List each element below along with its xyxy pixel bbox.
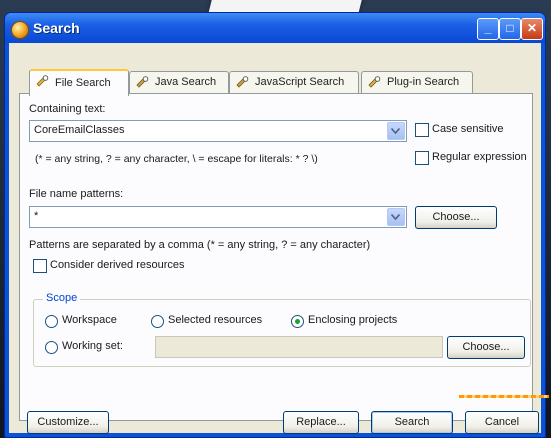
eclipse-icon xyxy=(11,21,29,39)
containing-text-combo[interactable]: CoreEmailClasses xyxy=(29,120,407,142)
consider-derived-checkbox[interactable] xyxy=(33,259,47,273)
plugin-search-icon xyxy=(368,76,381,88)
chevron-down-icon[interactable] xyxy=(387,122,405,140)
working-set-label: Working set: xyxy=(62,340,123,352)
replace-button[interactable]: Replace... xyxy=(283,411,359,434)
file-name-patterns-combo[interactable]: * xyxy=(29,206,407,228)
file-name-patterns-label: File name patterns: xyxy=(29,188,124,200)
workspace-radio[interactable] xyxy=(45,315,58,328)
minimize-button[interactable]: _ xyxy=(477,18,499,40)
maximize-button[interactable]: □ xyxy=(499,18,521,40)
selected-resources-label: Selected resources xyxy=(168,314,263,326)
regular-expression-checkbox[interactable] xyxy=(415,151,429,165)
cancel-button[interactable]: Cancel xyxy=(465,411,539,434)
javascript-search-icon xyxy=(236,76,249,88)
regular-expression-label: Regular expression xyxy=(432,151,527,163)
tab-javascript-search[interactable]: JavaScript Search xyxy=(229,71,359,93)
dialog-client-area: File Search Java Search JavaScript Searc… xyxy=(9,43,549,434)
search-dialog: Search _ □ ✕ File Search Java Search Jav… xyxy=(4,12,549,438)
case-sensitive-checkbox[interactable] xyxy=(415,123,429,137)
tab-java-search[interactable]: Java Search xyxy=(129,71,229,93)
java-search-icon xyxy=(136,76,149,88)
chevron-down-icon[interactable] xyxy=(387,208,405,226)
workspace-label: Workspace xyxy=(62,314,117,326)
scope-title: Scope xyxy=(43,292,81,304)
selected-resources-radio[interactable] xyxy=(151,315,164,328)
escape-hint: (* = any string, ? = any character, \ = … xyxy=(35,153,318,165)
containing-text-label: Containing text: xyxy=(29,103,106,115)
working-set-radio[interactable] xyxy=(45,341,58,354)
tab-label: Plug-in Search xyxy=(387,76,460,88)
file-search-icon xyxy=(36,75,49,87)
highlight-line xyxy=(459,395,549,398)
enclosing-projects-radio[interactable] xyxy=(291,315,304,328)
tab-file-search[interactable]: File Search xyxy=(29,69,129,96)
containing-text-value: CoreEmailClasses xyxy=(34,124,125,136)
title-bar[interactable]: Search _ □ ✕ xyxy=(5,13,545,43)
tab-label: JavaScript Search xyxy=(255,76,345,88)
window-title: Search xyxy=(33,20,80,36)
consider-derived-label: Consider derived resources xyxy=(50,259,185,271)
file-name-patterns-value: * xyxy=(34,210,39,222)
close-button[interactable]: ✕ xyxy=(521,18,543,40)
search-button[interactable]: Search xyxy=(371,411,453,434)
choose-working-set-button[interactable]: Choose... xyxy=(447,336,525,359)
file-search-panel xyxy=(19,93,533,421)
choose-patterns-button[interactable]: Choose... xyxy=(415,206,497,229)
customize-button[interactable]: Customize... xyxy=(27,411,109,434)
working-set-field xyxy=(155,336,443,358)
case-sensitive-label: Case sensitive xyxy=(432,123,504,135)
tab-label: Java Search xyxy=(155,76,217,88)
tab-label: File Search xyxy=(55,77,111,89)
tab-plugin-search[interactable]: Plug-in Search xyxy=(361,71,473,93)
enclosing-projects-label: Enclosing projects xyxy=(308,314,398,326)
patterns-hint: Patterns are separated by a comma (* = a… xyxy=(29,239,371,251)
